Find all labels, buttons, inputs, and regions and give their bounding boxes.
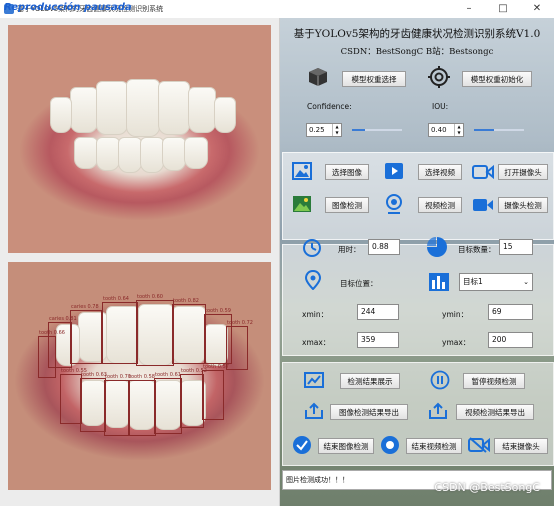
camera-icon	[472, 164, 494, 180]
tooth-shape	[188, 87, 216, 133]
target-count-field: 15	[499, 239, 533, 255]
minimize-button[interactable]: –	[452, 0, 486, 18]
tooth-shape	[50, 97, 72, 133]
tooth-shape	[96, 81, 128, 135]
tooth-shape	[74, 137, 98, 169]
detection-box: tooth 0.60	[136, 294, 174, 366]
app-heading: 基于YOLOv5架构的牙齿健康状况检测识别系统V1.0	[293, 28, 541, 40]
select-weights-button[interactable]: 模型权重选择	[342, 71, 406, 87]
xmax-field: 359	[357, 332, 399, 348]
line-chart-icon	[304, 372, 324, 388]
show-results-button[interactable]: 检测结果展示	[340, 373, 400, 389]
webcam-icon	[386, 194, 402, 214]
tooth-shape	[70, 87, 98, 133]
playback-paused-overlay: Reproducción pausada	[4, 2, 132, 13]
target-select[interactable]: 目标1 ⌄	[459, 273, 533, 291]
camera-off-icon	[468, 437, 490, 453]
tooth-shape	[118, 137, 142, 173]
detection-box: tooth 0.63	[80, 372, 107, 432]
ymin-field: 69	[488, 304, 533, 320]
xmin-field: 244	[357, 304, 399, 320]
ymax-label: ymax：	[442, 338, 471, 347]
location-pin-icon	[304, 270, 322, 290]
close-button[interactable]: ✕	[520, 0, 554, 18]
time-field: 0.88	[368, 239, 400, 255]
app-subheading: CSDN：BestSongC B站：Bestsongc	[340, 47, 494, 57]
target-position-label: 目标位置：	[340, 279, 378, 288]
detection-box: tooth 0.64	[102, 296, 138, 364]
xmax-label: xmax：	[302, 338, 331, 347]
init-weights-button[interactable]: 模型权重初始化	[462, 71, 532, 87]
pie-chart-icon	[427, 237, 447, 257]
video-detect-button[interactable]: 视频检测	[418, 197, 462, 213]
tooth-shape	[126, 79, 160, 137]
tooth-shape	[158, 81, 190, 135]
pause-video-button[interactable]: 暂停视频检测	[463, 373, 525, 389]
iou-slider[interactable]	[474, 128, 524, 132]
cube-icon	[309, 68, 327, 86]
confidence-label: Confidence:	[307, 102, 352, 111]
detection-box: tooth 0.61	[154, 372, 182, 434]
end-image-detect-button[interactable]: 结束图像检测	[318, 438, 374, 454]
confidence-slider[interactable]	[352, 128, 402, 132]
detection-box: tooth 0.52	[180, 368, 207, 428]
tooth-shape	[96, 137, 120, 171]
tooth-shape	[140, 137, 164, 173]
export-video-icon	[429, 402, 447, 419]
xmin-label: xmin：	[302, 310, 329, 319]
tooth-shape	[162, 137, 186, 171]
tooth-shape	[184, 137, 208, 169]
title-bar: 基于YOLOv5架构的牙齿健康状况检测识别系统 Reproducción pau…	[0, 0, 554, 19]
select-image-button[interactable]: 选择图像	[325, 164, 369, 180]
settings-target-icon	[428, 66, 450, 88]
detection-result-image: caries 0.81 caries 0.78 tooth 0.64 tooth…	[8, 262, 271, 490]
export-image-icon	[305, 402, 323, 419]
target-count-label: 目标数量：	[458, 245, 496, 254]
confidence-spinbox[interactable]: 0.25 ▲ ▼	[306, 123, 342, 137]
image-display-pane: caries 0.81 caries 0.78 tooth 0.64 tooth…	[0, 18, 280, 506]
image-icon	[292, 162, 312, 180]
open-camera-button[interactable]: 打开摄像头	[498, 164, 548, 180]
watermark: CSDN @BestSongC	[434, 481, 540, 494]
pause-icon	[430, 370, 450, 390]
detection-box: tooth 0.70	[104, 374, 131, 436]
control-pane: 基于YOLOv5架构的牙齿健康状况检测识别系统V1.0 CSDN：BestSon…	[280, 18, 554, 506]
detection-box: caries 0.78	[70, 304, 102, 364]
video-camera-icon	[473, 199, 493, 211]
image-detect-button[interactable]: 图像检测	[325, 197, 369, 213]
iou-spinbox[interactable]: 0.40 ▲ ▼	[428, 123, 464, 137]
end-camera-button[interactable]: 结束摄像头	[494, 438, 548, 454]
ymax-field: 200	[488, 332, 533, 348]
detection-box: tooth 0.58	[128, 374, 156, 436]
time-label: 用时：	[338, 245, 361, 254]
image-detect-icon	[293, 196, 311, 212]
detection-box: tooth 0.82	[172, 298, 206, 364]
video-file-icon	[385, 163, 403, 179]
original-image	[8, 25, 271, 253]
bar-chart-icon	[429, 273, 449, 291]
detection-box: tooth 0.57	[202, 364, 229, 420]
select-video-button[interactable]: 选择视频	[418, 164, 462, 180]
tooth-shape	[214, 97, 236, 133]
ymin-label: ymin：	[442, 310, 469, 319]
iou-label: IOU:	[432, 102, 449, 111]
clock-icon	[303, 239, 321, 257]
detection-box: tooth 0.72	[226, 320, 253, 370]
export-video-results-button[interactable]: 视频检测结果导出	[456, 404, 534, 420]
stop-circle-icon	[381, 436, 399, 454]
detection-box: tooth 0.66	[38, 330, 65, 378]
camera-detect-button[interactable]: 摄像头检测	[498, 197, 548, 213]
end-video-detect-button[interactable]: 结束视频检测	[406, 438, 462, 454]
maximize-button[interactable]: □	[486, 0, 520, 18]
detection-box: tooth 0.55	[60, 368, 87, 424]
check-circle-icon	[293, 436, 311, 454]
export-image-results-button[interactable]: 图像检测结果导出	[330, 404, 408, 420]
